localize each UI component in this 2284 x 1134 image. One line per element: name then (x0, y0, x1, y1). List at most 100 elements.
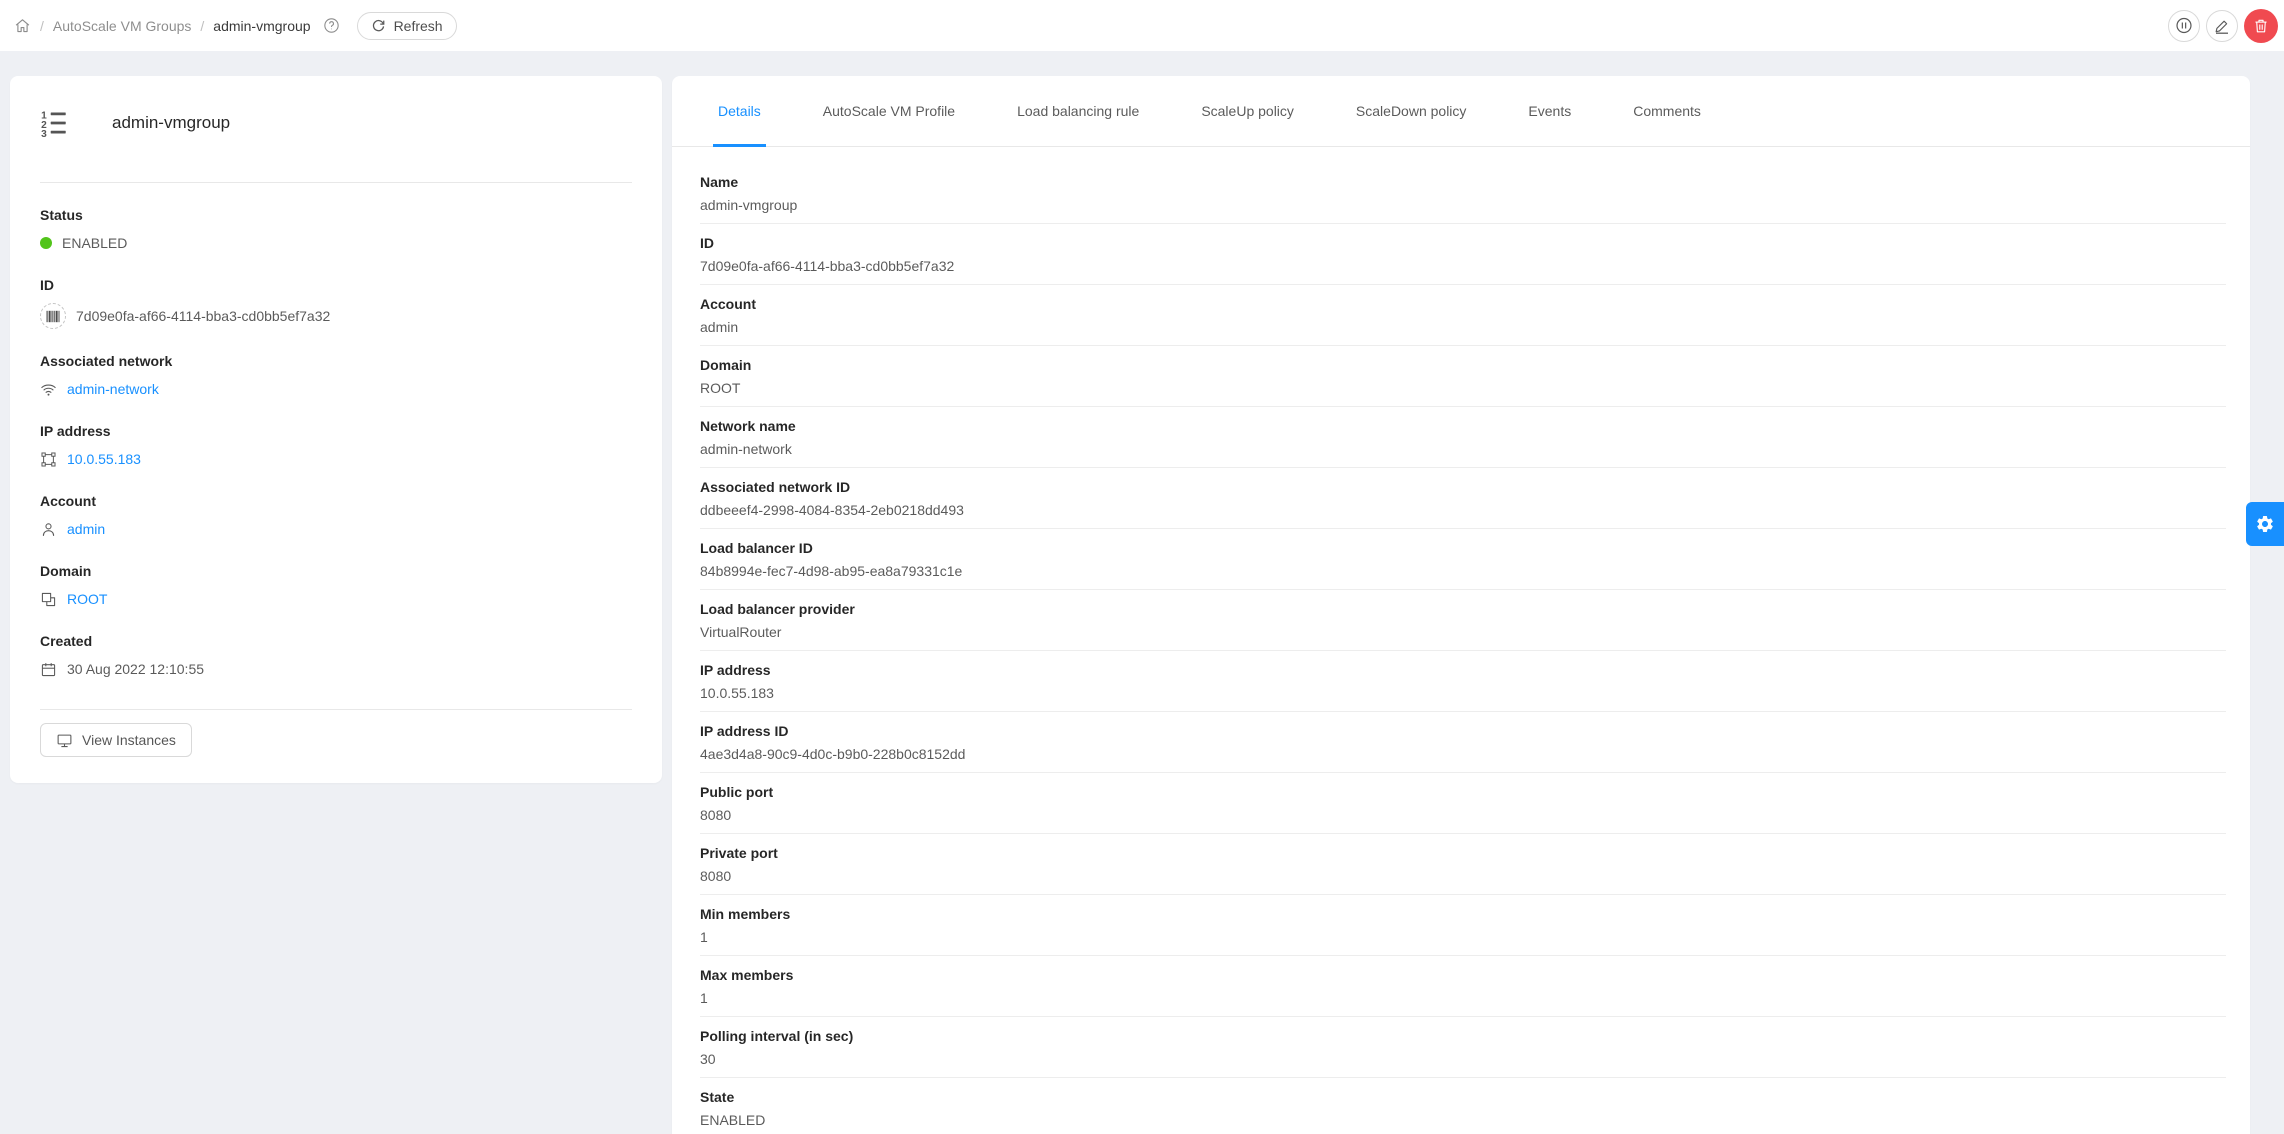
field-label: Associated network (40, 353, 173, 369)
details-row: Network name admin-network (700, 407, 2226, 468)
field-status: Status ENABLED (40, 205, 632, 253)
tab-scaledown-policy[interactable]: ScaleDown policy (1351, 76, 1472, 146)
status-enabled-dot (40, 237, 52, 249)
tab-details[interactable]: Details (713, 76, 766, 147)
details-row: Polling interval (in sec) 30 (700, 1017, 2226, 1078)
field-id: ID 7d09e0fa-af66-4114-bba3-cd0bb5ef7a32 (40, 275, 632, 329)
top-bar: / AutoScale VM Groups / admin-vmgroup Re… (0, 0, 2284, 51)
field-created: Created 30 Aug 2022 12:10:55 (40, 631, 632, 679)
details-value: 4ae3d4a8-90c9-4d0c-b9b0-228b0c8152dd (700, 746, 966, 762)
details-row: IP address ID 4ae3d4a8-90c9-4d0c-b9b0-22… (700, 712, 2226, 773)
desktop-icon (57, 734, 72, 747)
account-link[interactable]: admin (67, 521, 105, 537)
details-value: ENABLED (700, 1112, 766, 1128)
settings-panel-button[interactable] (2246, 502, 2284, 546)
edit-icon (2215, 20, 2228, 34)
details-value: admin (700, 319, 739, 335)
ip-address-link[interactable]: 10.0.55.183 (67, 451, 141, 467)
details-row: Associated network ID ddbeeef4-2998-4084… (700, 468, 2226, 529)
help-icon[interactable] (323, 17, 340, 34)
associated-network-link[interactable]: admin-network (67, 381, 159, 397)
details-value: 8080 (700, 807, 732, 823)
details-label: Associated network ID (700, 479, 851, 495)
breadcrumb-root-link[interactable]: AutoScale VM Groups (53, 18, 192, 34)
refresh-label: Refresh (393, 17, 443, 34)
details-row: Name admin-vmgroup (700, 163, 2226, 224)
details-label: Max members (700, 967, 794, 983)
delete-button[interactable] (2244, 8, 2278, 43)
field-label: ID (40, 277, 54, 293)
details-row: Public port 8080 (700, 773, 2226, 834)
details-value: 30 (700, 1051, 716, 1067)
details-value: admin-vmgroup (700, 197, 798, 213)
trash-icon (2255, 19, 2267, 32)
details-value: ROOT (700, 380, 741, 396)
details-label: Account (700, 296, 756, 312)
field-label: Created (40, 633, 93, 649)
resource-actions (2168, 8, 2278, 43)
details-row: Load balancer provider VirtualRouter (700, 590, 2226, 651)
breadcrumb-separator: / (40, 17, 44, 34)
field-label: IP address (40, 423, 111, 439)
home-icon[interactable] (14, 17, 31, 34)
details-value: 1 (700, 990, 708, 1006)
reload-icon (372, 19, 384, 32)
field-associated-network: Associated network admin-network (40, 351, 632, 399)
details-label: Name (700, 174, 739, 190)
details-row: Max members 1 (700, 956, 2226, 1017)
details-label: IP address (700, 662, 771, 678)
resource-title: admin-vmgroup (112, 113, 231, 132)
details-label: Network name (700, 418, 796, 434)
details-row: State ENABLED (700, 1078, 2226, 1134)
edit-button[interactable] (2206, 9, 2238, 42)
details-label: IP address ID (700, 723, 789, 739)
domain-link[interactable]: ROOT (67, 591, 107, 607)
wifi-icon (40, 381, 57, 398)
tab-autoscale-vm-profile[interactable]: AutoScale VM Profile (818, 76, 960, 146)
details-row: IP address 10.0.55.183 (700, 651, 2226, 712)
details-value: admin-network (700, 441, 792, 457)
status-value: ENABLED (62, 235, 128, 251)
details-row: Min members 1 (700, 895, 2226, 956)
breadcrumb-current: admin-vmgroup (213, 17, 311, 34)
details-label: State (700, 1089, 735, 1105)
details-value: 10.0.55.183 (700, 685, 774, 701)
created-value: 30 Aug 2022 12:10:55 (67, 661, 205, 677)
field-label: Domain (40, 563, 92, 579)
gear-icon (2257, 516, 2273, 532)
details-label: ID (700, 235, 714, 251)
field-domain: Domain ROOT (40, 561, 632, 609)
details-label: Min members (700, 906, 791, 922)
breadcrumb: / AutoScale VM Groups / admin-vmgroup (14, 17, 340, 34)
details-label: Domain (700, 357, 752, 373)
view-instances-button[interactable]: View Instances (40, 723, 192, 757)
details-value: ddbeeef4-2998-4084-8354-2eb0218dd493 (700, 502, 964, 518)
pause-circle-icon (2176, 17, 2192, 34)
pause-button[interactable] (2168, 9, 2200, 42)
field-ip-address: IP address 10.0.55.183 (40, 421, 632, 469)
user-icon (40, 521, 57, 538)
refresh-button[interactable]: Refresh (356, 11, 457, 40)
details-row: ID 7d09e0fa-af66-4114-bba3-cd0bb5ef7a32 (700, 224, 2226, 285)
details-value: 84b8994e-fec7-4d98-ab95-ea8a79331c1e (700, 563, 963, 579)
id-value: 7d09e0fa-af66-4114-bba3-cd0bb5ef7a32 (76, 308, 331, 324)
details-label: Polling interval (in sec) (700, 1028, 854, 1044)
resource-header: 1 2 3 admin-vmgroup (40, 76, 632, 138)
details-value: VirtualRouter (700, 624, 782, 640)
resource-info-card: 1 2 3 admin-vmgroup Status ENABLED ID 7d… (10, 76, 662, 783)
details-row: Load balancer ID 84b8994e-fec7-4d98-ab95… (700, 529, 2226, 590)
details-label: Public port (700, 784, 774, 800)
details-card: Details AutoScale VM Profile Load balanc… (672, 76, 2250, 1134)
details-value: 7d09e0fa-af66-4114-bba3-cd0bb5ef7a32 (700, 258, 955, 274)
field-account: Account admin (40, 491, 632, 539)
tab-scaleup-policy[interactable]: ScaleUp policy (1196, 76, 1299, 146)
details-label: Private port (700, 845, 778, 861)
details-label: Load balancer provider (700, 601, 855, 617)
divider (40, 709, 632, 710)
tab-events[interactable]: Events (1523, 76, 1576, 146)
tab-comments[interactable]: Comments (1628, 76, 1706, 146)
calendar-icon (40, 661, 57, 678)
tab-load-balancing-rule[interactable]: Load balancing rule (1012, 76, 1144, 146)
details-list: Name admin-vmgroup ID 7d09e0fa-af66-4114… (672, 147, 2250, 1134)
details-value: 8080 (700, 868, 732, 884)
